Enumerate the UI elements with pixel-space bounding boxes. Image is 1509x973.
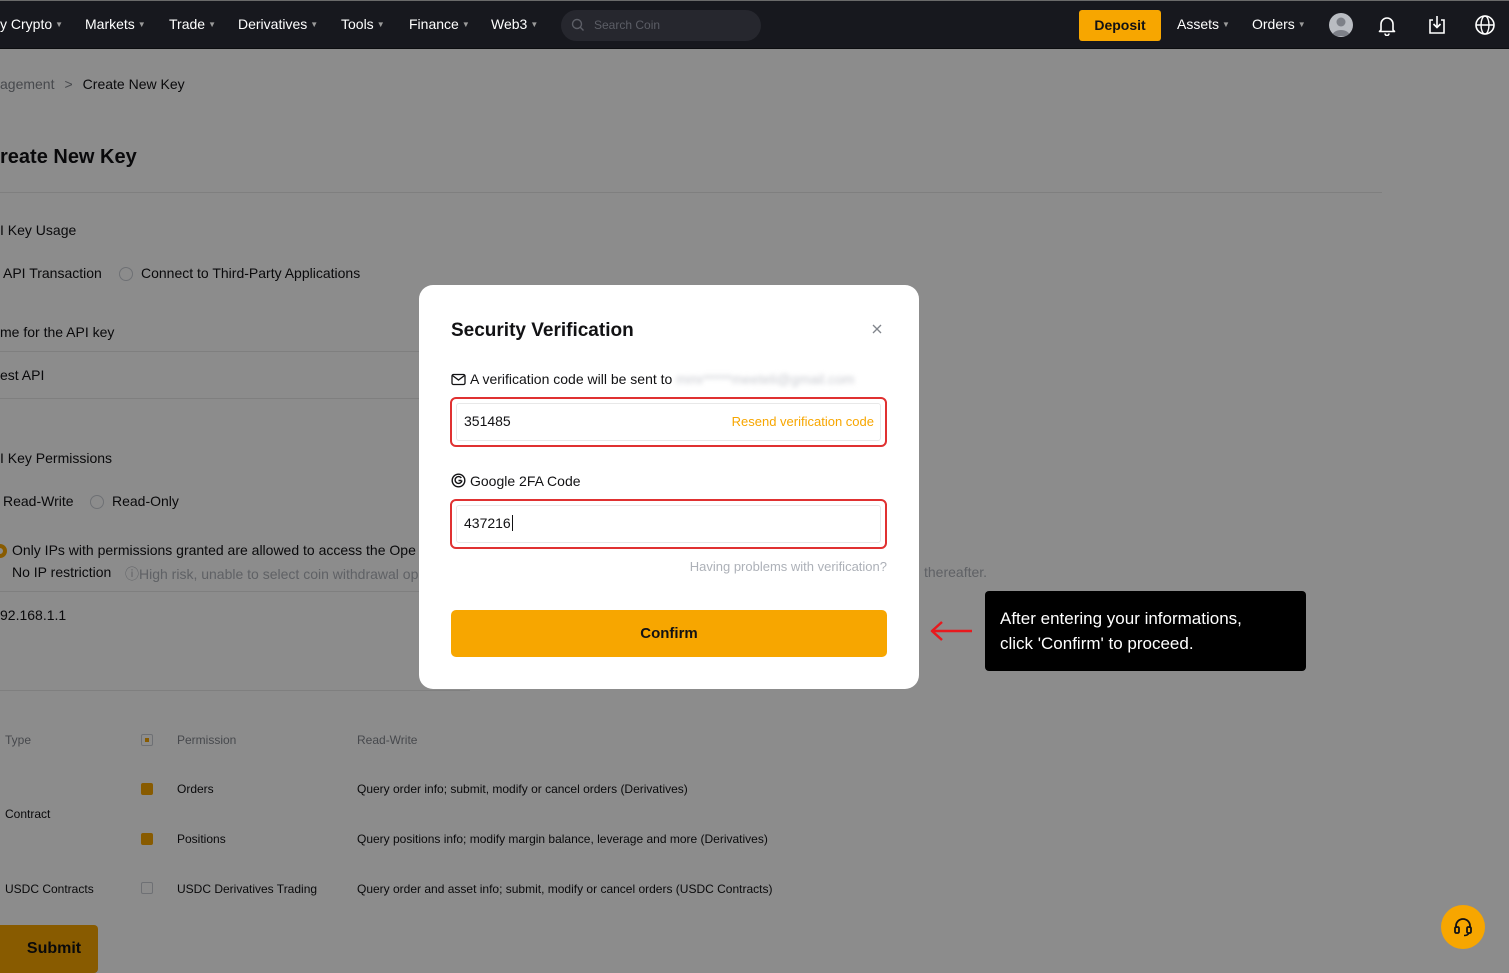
nav-label: y Crypto (0, 16, 53, 32)
search-icon (571, 18, 584, 31)
resend-code-link[interactable]: Resend verification code (732, 414, 874, 429)
nav-label: Web3 (491, 16, 528, 32)
google-2fa-value-text: 437216 (464, 515, 511, 531)
callout-line-2: click 'Confirm' to proceed. (1000, 634, 1194, 653)
masked-email: mmr*****meeteli@gmail.com (676, 371, 855, 387)
caret-down-icon: ▼ (310, 20, 319, 29)
top-navbar: y Crypto ▼ Markets ▼ Trade ▼ Derivatives ▼ T… (0, 0, 1509, 49)
nav-label: Tools (341, 16, 374, 32)
email-code-value: 351485 (464, 413, 511, 429)
caret-down-icon: ▼ (1222, 20, 1230, 29)
nav-trade[interactable]: Trade ▼ (169, 16, 216, 32)
headset-icon (1454, 918, 1472, 937)
caret-down-icon: ▼ (530, 20, 539, 29)
nav-label: Assets (1177, 16, 1220, 32)
google-2fa-value: 437216 (464, 515, 513, 531)
nav-web3[interactable]: Web3 ▼ (491, 16, 538, 32)
nav-markets[interactable]: Markets ▼ (85, 16, 146, 32)
google-2fa-field[interactable]: 437216 (450, 499, 887, 549)
search-placeholder: Search Coin (594, 18, 661, 32)
email-code-field[interactable]: 351485 Resend verification code (450, 397, 887, 447)
google-2fa-inner (456, 505, 881, 543)
email-notice: A verification code will be sent to mmr*… (451, 371, 855, 387)
caret-down-icon: ▼ (461, 20, 470, 29)
nav-tools[interactable]: Tools ▼ (341, 16, 385, 32)
nav-label: Orders (1252, 16, 1295, 32)
nav-buy-crypto[interactable]: y Crypto ▼ (0, 16, 63, 32)
callout-line-1: After entering your informations, (1000, 609, 1242, 628)
avatar[interactable] (1329, 13, 1353, 37)
mail-icon (451, 373, 466, 386)
nav-label: Derivatives (238, 16, 308, 32)
nav-assets[interactable]: Assets ▼ (1177, 16, 1230, 32)
arrow-left-icon (930, 621, 972, 641)
nav-finance[interactable]: Finance ▼ (409, 16, 470, 32)
verification-help-link[interactable]: Having problems with verification? (690, 559, 887, 574)
instruction-callout: After entering your informations, click … (985, 591, 1306, 671)
caret-down-icon: ▼ (376, 20, 385, 29)
support-chat-button[interactable] (1441, 905, 1485, 949)
email-notice-text: A verification code will be sent to (470, 371, 673, 387)
deposit-button[interactable]: Deposit (1079, 10, 1161, 41)
search-input[interactable]: Search Coin (561, 10, 761, 41)
google-2fa-label-text: Google 2FA Code (470, 473, 581, 489)
nav-orders[interactable]: Orders ▼ (1252, 16, 1306, 32)
security-verification-dialog: Security Verification A verification cod… (419, 285, 919, 689)
user-icon (1332, 17, 1350, 36)
modal-title: Security Verification (451, 320, 634, 341)
text-cursor (511, 515, 513, 531)
nav-label: Finance (409, 16, 459, 32)
bell-icon[interactable] (1376, 14, 1398, 36)
caret-down-icon: ▼ (137, 20, 146, 29)
google-authenticator-icon (451, 473, 466, 488)
google-2fa-label: Google 2FA Code (451, 473, 581, 489)
caret-down-icon: ▼ (1297, 20, 1306, 29)
nav-label: Trade (169, 16, 206, 32)
nav-label: Markets (85, 16, 135, 32)
download-icon[interactable] (1426, 14, 1448, 36)
nav-derivatives[interactable]: Derivatives ▼ (238, 16, 318, 32)
caret-down-icon: ▼ (208, 20, 216, 29)
caret-down-icon: ▼ (55, 20, 64, 29)
close-icon[interactable] (869, 321, 885, 337)
confirm-button[interactable]: Confirm (451, 610, 887, 657)
globe-icon[interactable] (1474, 14, 1496, 36)
